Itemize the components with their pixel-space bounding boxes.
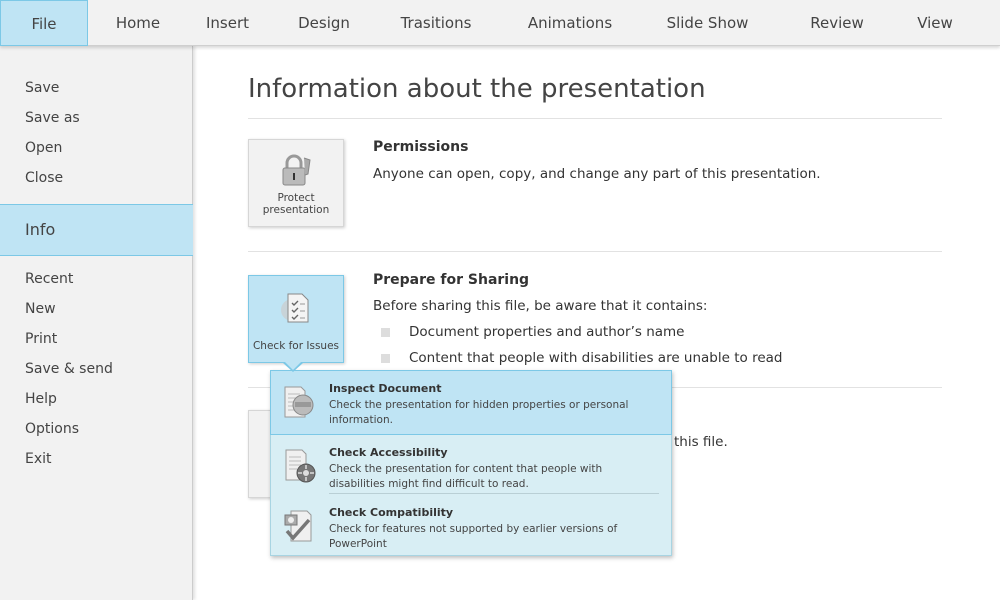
sidebar-item-help[interactable]: Help (25, 391, 57, 407)
divider (248, 118, 942, 119)
tab-design[interactable]: Design (284, 0, 364, 46)
tab-file[interactable]: File (0, 0, 88, 46)
permissions-title: Permissions (373, 139, 469, 155)
sidebar-item-close[interactable]: Close (25, 170, 63, 186)
sidebar-item-info[interactable]: Info (0, 204, 193, 256)
menu-item-check-compatibility[interactable]: Check Compatibility Check for features n… (271, 495, 671, 557)
checklist-icon (281, 293, 309, 323)
versions-desc: this file. (674, 434, 728, 450)
sharing-bullet: Document properties and author’s name (409, 324, 685, 340)
tab-slide-show[interactable]: Slide Show (655, 0, 760, 46)
menu-separator (329, 493, 659, 494)
sharing-title: Prepare for Sharing (373, 272, 530, 288)
menu-item-check-accessibility[interactable]: Check Accessibility Check the presentati… (271, 435, 671, 497)
lock-key-icon (282, 154, 311, 186)
tab-review[interactable]: Review (797, 0, 877, 46)
check-issues-dropdown: Inspect Document Check the presentation … (270, 370, 672, 556)
bullet-icon (381, 354, 390, 363)
bullet-icon (381, 328, 390, 337)
inspect-document-icon (284, 386, 314, 418)
menu-item-inspect-document[interactable]: Inspect Document Check the presentation … (270, 370, 672, 435)
sharing-desc: Before sharing this file, be aware that … (373, 298, 708, 314)
tab-home[interactable]: Home (98, 0, 178, 46)
sidebar-item-save[interactable]: Save (25, 80, 59, 96)
compatibility-icon (284, 510, 312, 542)
accessibility-icon (285, 449, 316, 483)
divider (248, 251, 942, 252)
sharing-bullet: Content that people with disabilities ar… (409, 350, 783, 366)
sidebar-item-save-as[interactable]: Save as (25, 110, 80, 126)
sidebar-item-options[interactable]: Options (25, 421, 79, 437)
protect-presentation-button[interactable]: Protect presentation (248, 139, 344, 227)
check-for-issues-button[interactable]: Check for Issues (248, 275, 344, 363)
sidebar-item-recent[interactable]: Recent (25, 271, 73, 287)
sidebar-item-save-send[interactable]: Save & send (25, 361, 113, 377)
tab-transitions[interactable]: Trasitions (385, 0, 487, 46)
page-title: Information about the presentation (248, 74, 706, 104)
sidebar-item-print[interactable]: Print (25, 331, 57, 347)
sidebar-item-new[interactable]: New (25, 301, 56, 317)
tab-view[interactable]: View (905, 0, 965, 46)
sidebar-item-open[interactable]: Open (25, 140, 62, 156)
sidebar-item-exit[interactable]: Exit (25, 451, 52, 467)
tab-insert[interactable]: Insert (190, 0, 265, 46)
dropdown-pointer (285, 362, 301, 370)
ribbon-tabs: File Home Insert Design Trasitions Anima… (0, 0, 1000, 46)
permissions-desc: Anyone can open, copy, and change any pa… (373, 166, 821, 182)
sidebar: Save Save as Open Close Info Recent New … (0, 46, 193, 600)
tab-animations[interactable]: Animations (515, 0, 625, 46)
